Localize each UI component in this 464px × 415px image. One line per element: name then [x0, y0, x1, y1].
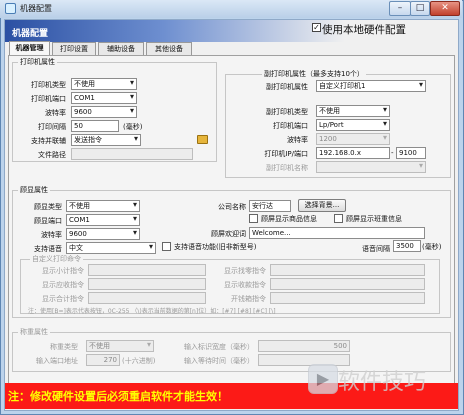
- watermark-text: 软件技巧: [338, 370, 427, 395]
- subtotal-cmd-label: 显示小计指令: [42, 267, 84, 275]
- payment-cmd-input[interactable]: [270, 278, 425, 290]
- tab-print-settings[interactable]: 打印设置: [52, 42, 96, 55]
- minimize-button[interactable]: –: [389, 1, 411, 16]
- receivable-cmd-label: 显示应收指令: [42, 281, 84, 289]
- scale-group-title: 称重属性: [18, 327, 50, 337]
- window-title: 机器配置: [20, 4, 52, 13]
- printer-port-label: 打印机端口: [31, 95, 66, 103]
- company-name-label: 公司名称: [218, 203, 246, 211]
- use-local-hardware-label: 使用本地硬件配置: [322, 24, 406, 36]
- show-cn-info-label: 顾屏显示班重信息: [346, 215, 402, 223]
- printer-parallel-label: 支持并联辅: [31, 137, 66, 145]
- printer-baud-label: 波特率: [45, 109, 66, 117]
- display-port-label: 顾显端口: [34, 217, 62, 225]
- printer-type-label: 打印机类型: [31, 81, 66, 89]
- scale-addr-unit: (十六进制): [122, 357, 156, 365]
- scale-type-select[interactable]: 不使用: [86, 340, 154, 352]
- display-type-label: 顾显类型: [34, 203, 62, 211]
- secondary-props-select[interactable]: 自定义打印机1: [316, 80, 426, 92]
- welcome-label: 顾屏欢迎词: [211, 230, 246, 238]
- tab-auxiliary-devices[interactable]: 辅助设备: [98, 42, 144, 55]
- secondary-name-label: 副打印机名称: [266, 164, 308, 172]
- scale-wait-label: 输入等待时间（毫秒）: [184, 357, 254, 365]
- banner-title: 机器配置: [12, 29, 49, 39]
- show-product-info-label: 顾屏显示商品信息: [261, 215, 317, 223]
- receivable-cmd-input[interactable]: [88, 278, 206, 290]
- payment-cmd-label: 显示收款指令: [224, 281, 266, 289]
- custom-command-note: 注：使用[B=]表示代表按钮，0C-255 （\)表示当前数据的第[n]位）如：…: [28, 308, 276, 315]
- maximize-button[interactable]: □: [410, 1, 430, 16]
- secondary-baud-select[interactable]: 1200: [316, 133, 390, 145]
- total-cmd-input[interactable]: [88, 292, 206, 304]
- printer-baud-select[interactable]: 9600: [71, 106, 137, 118]
- welcome-input[interactable]: Welcome...: [249, 227, 425, 239]
- close-button[interactable]: ✕: [430, 1, 460, 16]
- total-cmd-label: 显示合计指令: [42, 295, 84, 303]
- secondary-ip-input[interactable]: 192.168.0.x: [316, 147, 390, 159]
- change-cmd-input[interactable]: [270, 264, 425, 276]
- printer-group-title: 打印机属性: [18, 57, 57, 67]
- select-background-button[interactable]: 选择背景...: [298, 199, 346, 212]
- scale-type-label: 称重类型: [50, 343, 78, 351]
- printer-interval-input[interactable]: 50: [71, 120, 119, 132]
- scale-width-label: 输入标识宽度（毫秒）: [184, 343, 254, 351]
- cashbox-cmd-input[interactable]: [270, 292, 425, 304]
- secondary-baud-label: 波特率: [287, 136, 308, 144]
- custom-command-title: 自定义打印命令: [30, 254, 83, 264]
- secondary-ip-label: 打印机IP/端口: [264, 150, 308, 158]
- voice-support-checkbox[interactable]: [162, 242, 171, 251]
- show-product-info-checkbox[interactable]: [249, 214, 258, 223]
- voice-support-label: 支持语音功能(旧非新型号): [174, 243, 257, 251]
- secondary-type-label: 副打印机类型: [266, 108, 308, 116]
- voice-interval-input[interactable]: 3500: [393, 240, 421, 252]
- printer-interval-unit: (毫秒): [123, 123, 143, 131]
- display-type-select[interactable]: 不使用: [66, 200, 140, 212]
- scale-addr-label: 输入端口地址: [36, 357, 78, 365]
- secondary-port-number-input[interactable]: 9100: [396, 147, 426, 159]
- printer-interval-label: 打印间隔: [38, 123, 66, 131]
- change-cmd-label: 显示找零指令: [224, 267, 266, 275]
- printer-path-label: 文件路径: [38, 151, 66, 159]
- scale-width-input[interactable]: 500: [258, 340, 350, 352]
- tab-machine-management[interactable]: 机器管理: [9, 41, 50, 56]
- printer-parallel-select[interactable]: 发送指令: [71, 134, 141, 146]
- company-name-input[interactable]: 安行达: [249, 200, 291, 212]
- folder-open-icon[interactable]: [197, 135, 208, 144]
- voice-interval-label: 语音间隔: [362, 245, 390, 253]
- scale-addr-input[interactable]: 270: [86, 354, 120, 366]
- subtotal-cmd-input[interactable]: [88, 264, 206, 276]
- display-group-title: 顾显属性: [18, 185, 50, 195]
- printer-port-select[interactable]: COM1: [71, 92, 137, 104]
- use-local-hardware-checkbox[interactable]: ✓: [312, 23, 321, 32]
- restart-notice: 注：修改硬件设置后必须重启软件才能生效！: [8, 390, 228, 403]
- ip-port-separator: -: [391, 149, 394, 157]
- display-baud-select[interactable]: 9600: [66, 228, 140, 240]
- display-port-select[interactable]: COM1: [66, 214, 140, 226]
- app-icon: [5, 3, 16, 14]
- tab-other-devices[interactable]: 其他设备: [146, 42, 192, 55]
- display-baud-label: 波特率: [41, 231, 62, 239]
- voice-interval-unit: (毫秒): [422, 243, 442, 251]
- printer-path-input[interactable]: [71, 148, 193, 160]
- display-lang-select[interactable]: 中文: [66, 242, 156, 254]
- secondary-name-select[interactable]: [316, 161, 426, 173]
- display-lang-label: 支持语音: [34, 245, 62, 253]
- secondary-port-label: 打印机端口: [273, 122, 308, 130]
- cashbox-cmd-label: 开钱箱指令: [231, 295, 266, 303]
- printer-type-select[interactable]: 不使用: [71, 78, 137, 90]
- secondary-port-select[interactable]: Lp/Port: [316, 119, 390, 131]
- secondary-printer-group-title: 副打印机属性（最多支持10个）: [262, 69, 366, 79]
- secondary-type-select[interactable]: 不使用: [316, 105, 390, 117]
- watermark-logo-icon: ▶: [308, 364, 338, 394]
- secondary-props-label: 副打印机属性: [266, 83, 308, 91]
- scale-wait-input[interactable]: [258, 354, 350, 366]
- show-cn-info-checkbox[interactable]: [334, 214, 343, 223]
